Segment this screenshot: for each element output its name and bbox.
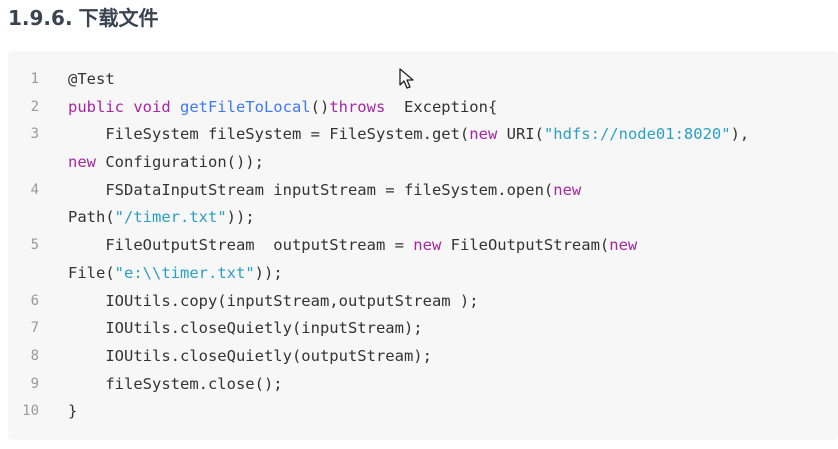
line-number-gutter: 5 [8,232,68,260]
line-number-gutter: 10 [8,398,68,426]
code-visual-line: public void getFileToLocal()throws Excep… [68,94,838,122]
code-token: new [68,153,96,172]
code-token: IOUtils.closeQuietly(outputStream); [68,346,432,365]
code-line: 4 FSDataInputStream inputStream = fileSy… [8,177,838,232]
code-token: FSDataInputStream inputStream = fileSyst… [68,180,554,199]
line-number: 2 [30,98,39,115]
line-number: 4 [30,181,39,198]
code-visual-line: FileSystem fileSystem = FileSystem.get(n… [68,121,838,149]
section-title: 下载文件 [78,6,159,30]
section-heading: 1.9.6. 下载文件 [8,4,159,32]
line-number-gutter: 9 [8,371,68,399]
line-number: 5 [30,237,39,254]
code-visual-line: Path("/timer.txt")); [68,204,838,232]
code-token: throws [329,97,386,116]
line-number: 8 [30,347,39,364]
code-visual-line: FileOutputStream outputStream = new File… [68,232,838,260]
code-token: FileSystem fileSystem = FileSystem.get( [68,125,470,144]
code-line-content: FileSystem fileSystem = FileSystem.get(n… [68,121,838,176]
line-number: 7 [30,320,39,337]
line-number-gutter: 6 [8,288,68,316]
code-token: fileSystem.close(); [68,374,283,393]
code-token: new [469,125,498,144]
code-block[interactable]: 1 @Test 2 public void getFileToLocal()throw… [8,51,838,440]
code-visual-line: new Configuration()); [68,149,838,177]
code-line: 6 IOUtils.copy(inputStream,outputStream … [8,288,838,316]
code-token: Path( [68,208,115,227]
code-token: FileOutputStream outputStream = [68,236,414,255]
code-line-content: fileSystem.close(); [68,371,838,399]
code-token: FileOutputStream( [441,236,610,255]
line-number-gutter: 8 [8,343,68,371]
code-visual-line: @Test [68,66,838,94]
line-number: 9 [30,375,39,392]
code-token: URI( [497,125,544,144]
code-line: 1 @Test [8,66,838,94]
code-line: 2 public void getFileToLocal()throws Exce… [8,94,838,122]
code-visual-line: IOUtils.closeQuietly(outputStream); [68,343,838,371]
code-line: 5 FileOutputStream outputStream = new Fi… [8,232,838,287]
code-token: )); [226,208,255,227]
code-line: 10} [8,398,838,426]
code-line: 7 IOUtils.closeQuietly(inputStream); [8,315,838,343]
code-line-content: IOUtils.closeQuietly(outputStream); [68,343,838,371]
code-token: getFileToLocal [179,97,311,116]
code-line-content: FSDataInputStream inputStream = fileSyst… [68,177,838,232]
code-line: 3 FileSystem fileSystem = FileSystem.get… [8,121,838,176]
code-line: 9 fileSystem.close(); [8,371,838,399]
line-number-gutter: 2 [8,94,68,122]
code-token: new [413,236,442,255]
line-number-gutter: 7 [8,315,68,343]
line-number: 10 [22,403,39,420]
code-line-content: FileOutputStream outputStream = new File… [68,232,838,287]
code-token: ), [730,125,750,144]
code-token: "/timer.txt" [114,208,227,227]
code-token: File( [68,263,115,282]
code-visual-line: IOUtils.closeQuietly(inputStream); [68,315,838,343]
code-token: "e:\\timer.txt" [114,263,255,282]
code-line: 8 IOUtils.closeQuietly(outputStream); [8,343,838,371]
code-visual-line: FSDataInputStream inputStream = fileSyst… [68,177,838,205]
mouse-pointer-icon [399,68,414,89]
code-line-content: IOUtils.copy(inputStream,outputStream ); [68,288,838,316]
code-token: Exception{ [385,97,498,116]
line-number: 1 [30,71,39,87]
code-visual-line: fileSystem.close(); [68,371,838,399]
section-number: 1.9.6. [8,6,73,30]
code-token: public void [68,97,180,116]
code-line-content: @Test [68,66,838,94]
code-line-content: IOUtils.closeQuietly(inputStream); [68,315,838,343]
code-token: new [553,180,582,199]
code-token: IOUtils.closeQuietly(inputStream); [68,319,423,338]
code-token: @Test [68,70,115,88]
line-number: 6 [30,292,39,309]
code-line-content: public void getFileToLocal()throws Excep… [68,94,838,122]
code-token: } [68,402,78,421]
line-number: 3 [30,126,39,143]
code-token: Configuration()); [96,153,264,172]
line-number-gutter: 4 [8,177,68,205]
code-token: )); [254,263,283,282]
code-token: IOUtils.copy(inputStream,outputStream ); [68,291,479,310]
code-token: "hdfs://node01:8020" [543,125,731,144]
code-token: new [609,236,638,255]
code-visual-line: IOUtils.copy(inputStream,outputStream ); [68,288,838,316]
code-visual-line: File("e:\\timer.txt")); [68,260,838,288]
line-number-gutter: 3 [8,121,68,149]
code-token: () [310,97,330,116]
code-visual-line: } [68,398,838,426]
line-number-gutter: 1 [8,66,68,94]
code-line-content: } [68,398,838,426]
